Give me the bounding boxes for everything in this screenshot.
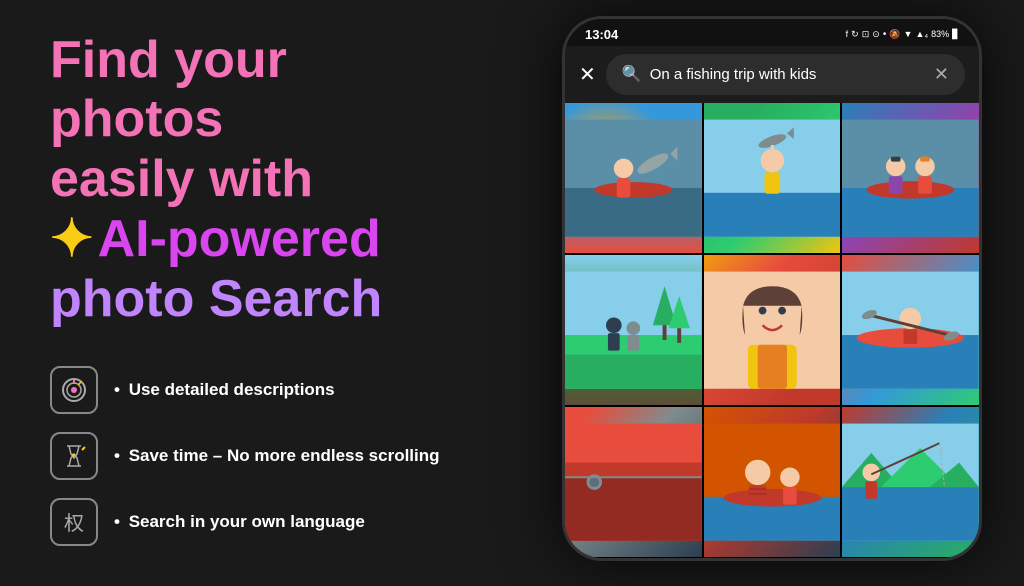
- feature-item-3: 权 • Search in your own language: [50, 498, 470, 546]
- wifi-icon: ▼: [904, 29, 913, 39]
- dot-icon: •: [883, 29, 887, 40]
- sync-icon: ↻: [851, 29, 859, 40]
- headline-line1: Find your photos: [50, 31, 470, 151]
- photo-grid: [565, 103, 979, 558]
- language-icon: 权: [50, 498, 98, 546]
- photo-7[interactable]: [565, 407, 702, 557]
- status-bar: 13:04 f ↻ ⊡ ⊙ • 🔕 ▼ ▲₄ 83% ▊: [565, 19, 979, 46]
- signal-icon: ▲₄: [915, 29, 928, 39]
- photo-4[interactable]: [565, 255, 702, 405]
- photo-8[interactable]: [704, 407, 841, 557]
- photo-6[interactable]: [842, 255, 979, 405]
- feature-text-2: • Save time – No more endless scrolling: [114, 446, 440, 466]
- left-panel: Find your photos easily with ✦AI-powered…: [0, 0, 520, 586]
- app-icon: ⊙: [872, 29, 880, 40]
- twitch-icon: ⊡: [862, 29, 870, 40]
- search-icon: 🔍: [622, 64, 642, 84]
- feature-text-1: • Use detailed descriptions: [114, 380, 335, 400]
- photo-1[interactable]: [565, 103, 702, 253]
- battery-graphic: ▊: [952, 29, 959, 40]
- bullet-2: •: [114, 446, 120, 465]
- feature-text-3: • Search in your own language: [114, 512, 365, 532]
- status-icons: f ↻ ⊡ ⊙ • 🔕 ▼ ▲₄ 83% ▊: [846, 29, 959, 40]
- bullet-3: •: [114, 512, 120, 531]
- ai-text: AI-powered: [98, 210, 381, 270]
- battery-icon: 83%: [931, 29, 949, 39]
- phone-mockup: 13:04 f ↻ ⊡ ⊙ • 🔕 ▼ ▲₄ 83% ▊ ✕ 🔍 On a fi…: [562, 16, 982, 561]
- features-list: • Use detailed descriptions • Save time …: [50, 366, 470, 546]
- right-panel: 13:04 f ↻ ⊡ ⊙ • 🔕 ▼ ▲₄ 83% ▊ ✕ 🔍 On a fi…: [520, 0, 1024, 576]
- feature-item-1: • Use detailed descriptions: [50, 366, 470, 414]
- photo-2[interactable]: [704, 103, 841, 253]
- headline: Find your photos easily with ✦AI-powered…: [50, 31, 470, 330]
- headline-line4: photo Search: [50, 270, 470, 330]
- photo-5[interactable]: [704, 255, 841, 405]
- target-icon: [50, 366, 98, 414]
- headline-line3: ✦AI-powered: [50, 210, 470, 270]
- bullet-1: •: [114, 380, 120, 399]
- feature-item-2: • Save time – No more endless scrolling: [50, 432, 470, 480]
- headline-line2: easily with: [50, 150, 470, 210]
- back-button[interactable]: ✕: [579, 62, 596, 87]
- hourglass-icon: [50, 432, 98, 480]
- fb-icon: f: [846, 29, 849, 39]
- photo-3[interactable]: [842, 103, 979, 253]
- clear-search-button[interactable]: ✕: [934, 64, 949, 85]
- sparkle-icon: ✦: [50, 210, 94, 270]
- mute-icon: 🔕: [889, 29, 900, 40]
- search-bar-container[interactable]: ✕ 🔍 On a fishing trip with kids ✕: [565, 46, 979, 103]
- status-time: 13:04: [585, 27, 618, 42]
- search-query-text: On a fishing trip with kids: [650, 66, 926, 83]
- search-bar[interactable]: 🔍 On a fishing trip with kids ✕: [606, 54, 965, 95]
- photo-9[interactable]: [842, 407, 979, 557]
